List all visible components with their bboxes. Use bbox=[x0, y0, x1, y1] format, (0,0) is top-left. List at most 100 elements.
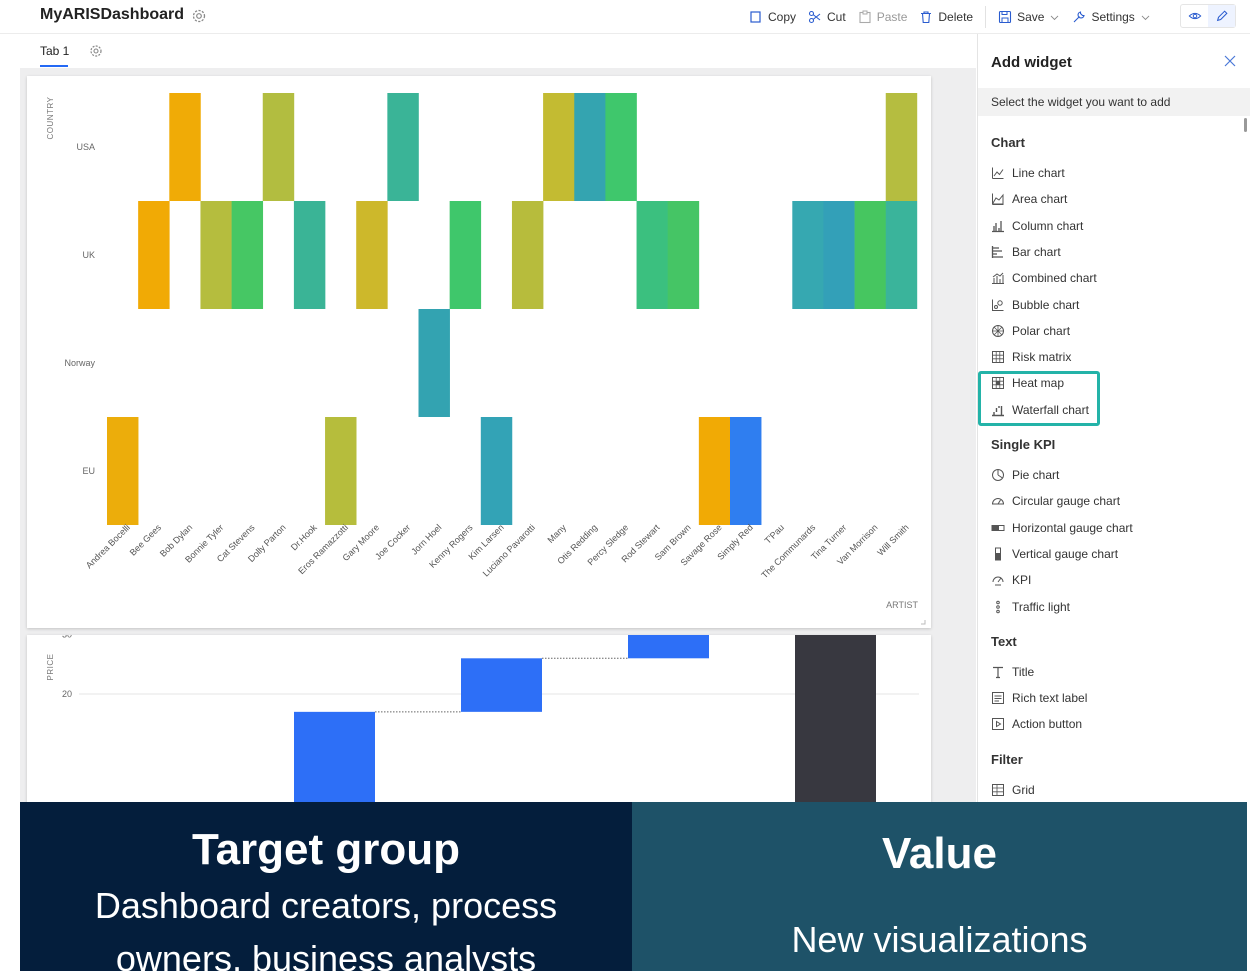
heatmap-cell[interactable] bbox=[698, 417, 731, 525]
heatmap-cell[interactable] bbox=[387, 93, 419, 201]
heatmap-cell[interactable] bbox=[636, 201, 668, 309]
widget-item-line-chart[interactable]: Line chart bbox=[991, 162, 1065, 184]
line-chart-icon bbox=[992, 167, 1004, 179]
widget-item-label: Horizontal gauge chart bbox=[1012, 520, 1133, 535]
heatmap-cell[interactable] bbox=[543, 93, 575, 201]
heatmap-cell[interactable] bbox=[293, 201, 326, 309]
paste-label: Paste bbox=[876, 10, 908, 24]
waterfall-widget[interactable]: 20 30 PRICE bbox=[27, 635, 931, 815]
widget-item-traffic-light[interactable]: Traffic light bbox=[991, 596, 1070, 618]
widget-item-bar-chart[interactable]: Bar chart bbox=[991, 241, 1061, 263]
area-chart-icon bbox=[992, 193, 1004, 206]
widget-item-title[interactable]: Title bbox=[991, 661, 1034, 683]
widget-item-label: Bar chart bbox=[1012, 244, 1061, 259]
waterfall-y-tick-label: 30 bbox=[62, 635, 72, 640]
pie-chart-icon bbox=[992, 469, 1004, 481]
widget-item-area-chart[interactable]: Area chart bbox=[991, 188, 1067, 210]
heatmap-cell[interactable] bbox=[231, 201, 264, 309]
horizontal-gauge-icon bbox=[991, 524, 1005, 531]
heatmap-cell[interactable] bbox=[138, 201, 170, 309]
view-mode-button[interactable] bbox=[1181, 5, 1208, 27]
paste-button[interactable]: Paste bbox=[858, 10, 908, 24]
widget-item-vertical-gauge-chart[interactable]: Vertical gauge chart bbox=[991, 543, 1118, 565]
heatmap-cell[interactable] bbox=[605, 93, 637, 201]
save-button[interactable]: Save bbox=[998, 10, 1060, 24]
widget-item-risk-matrix[interactable]: Risk matrix bbox=[991, 346, 1071, 368]
heatmap-cell[interactable] bbox=[107, 417, 139, 525]
heatmap-cell[interactable] bbox=[574, 93, 606, 201]
widget-item-label: Combined chart bbox=[1012, 271, 1097, 286]
heatmap-cell[interactable] bbox=[885, 93, 918, 201]
widget-item-label: Vertical gauge chart bbox=[1012, 546, 1119, 561]
pencil-icon bbox=[1216, 10, 1228, 22]
heatmap-cell[interactable] bbox=[200, 201, 232, 309]
heatmap-cell[interactable] bbox=[885, 201, 918, 309]
heat-map-widget[interactable]: USA UK Norway EU Andrea Bocelli Bee Gees Bob D… bbox=[27, 76, 931, 628]
delete-button[interactable]: Delete bbox=[919, 10, 973, 24]
wrench-icon bbox=[1074, 11, 1086, 23]
widget-item-action-button[interactable]: Action button bbox=[991, 713, 1082, 735]
widget-item-label: Rich text label bbox=[1012, 691, 1088, 706]
widget-item-polar-chart[interactable]: Polar chart bbox=[991, 320, 1070, 342]
target-group-banner: Target group Dashboard creators, process… bbox=[20, 802, 632, 971]
tab-1[interactable]: Tab 1 bbox=[40, 44, 69, 58]
cut-button[interactable]: Cut bbox=[808, 10, 846, 24]
settings-button[interactable]: Settings bbox=[1072, 10, 1150, 24]
widget-item-pie-chart[interactable]: Pie chart bbox=[991, 464, 1059, 486]
heatmap-cell[interactable] bbox=[356, 201, 388, 309]
active-tab-indicator bbox=[40, 65, 68, 67]
bar-chart-icon bbox=[991, 245, 1003, 258]
heatmap-cell[interactable] bbox=[449, 201, 482, 309]
widget-item-bubble-chart[interactable]: Bubble chart bbox=[991, 294, 1079, 316]
widget-item-label: Polar chart bbox=[1012, 323, 1071, 338]
top-bar: MyARISDashboard Copy Cut Paste Delete Sa… bbox=[0, 0, 1250, 34]
waterfall-total-bar[interactable] bbox=[795, 635, 876, 813]
widget-item-label: KPI bbox=[1012, 573, 1032, 588]
widget-item-grid[interactable]: Grid bbox=[991, 779, 1035, 801]
widget-item-kpi[interactable]: KPI bbox=[991, 569, 1031, 591]
heatmap-cell[interactable] bbox=[262, 93, 295, 201]
panel-title: Add widget bbox=[991, 54, 1072, 71]
heatmap-cell[interactable] bbox=[667, 201, 700, 309]
close-icon[interactable] bbox=[1223, 54, 1237, 68]
widget-item-label: Grid bbox=[1012, 782, 1035, 797]
widget-item-combined-chart[interactable]: Combined chart bbox=[991, 267, 1097, 289]
waterfall-bar[interactable] bbox=[294, 711, 375, 813]
scrollbar[interactable] bbox=[1244, 118, 1247, 132]
widget-item-label: Bubble chart bbox=[1012, 297, 1080, 312]
toolbar-divider bbox=[985, 6, 987, 28]
heatmap-cell[interactable] bbox=[730, 417, 762, 525]
heatmap-cell[interactable] bbox=[325, 417, 357, 525]
widget-item-label: Title bbox=[1012, 664, 1035, 679]
section-header-chart: Chart bbox=[991, 135, 1025, 150]
gear-icon[interactable] bbox=[88, 43, 104, 59]
banner-heading: Target group bbox=[191, 825, 461, 874]
vertical-gauge-icon bbox=[995, 547, 1001, 561]
save-icon bbox=[999, 10, 1012, 24]
widget-item-column-chart[interactable]: Column chart bbox=[991, 215, 1083, 237]
view-edit-toggle bbox=[1180, 4, 1236, 28]
heatmap-cell[interactable] bbox=[511, 201, 544, 309]
dashboard-canvas: USA UK Norway EU Andrea Bocelli Bee Gees Bob D… bbox=[20, 68, 991, 815]
widget-item-horizontal-gauge-chart[interactable]: Horizontal gauge chart bbox=[991, 517, 1133, 539]
heatmap-cell[interactable] bbox=[418, 309, 450, 417]
heatmap-cell[interactable] bbox=[169, 93, 201, 201]
edit-mode-button[interactable] bbox=[1208, 5, 1235, 27]
gear-icon[interactable] bbox=[190, 7, 208, 25]
heatmap-cell[interactable] bbox=[854, 201, 887, 309]
heatmap-row-label: USA bbox=[76, 142, 95, 152]
resize-handle-icon[interactable] bbox=[921, 620, 926, 625]
heatmap-cell[interactable] bbox=[792, 201, 824, 309]
kpi-icon bbox=[992, 576, 1004, 586]
waterfall-bar[interactable] bbox=[628, 635, 709, 659]
copy-button[interactable]: Copy bbox=[749, 10, 796, 24]
heatmap-cell[interactable] bbox=[480, 417, 513, 525]
widget-item-circular-gauge-chart[interactable]: Circular gauge chart bbox=[991, 490, 1120, 512]
heatmap-cell[interactable] bbox=[823, 201, 855, 309]
widget-item-rich-text-label[interactable]: Rich text label bbox=[991, 687, 1087, 709]
heatmap-x-tick-label: T'Pau bbox=[763, 522, 787, 546]
banner-text-line: Dashboard creators, process bbox=[94, 885, 558, 926]
widget-item-label: Column chart bbox=[1012, 218, 1084, 233]
scissors-icon bbox=[808, 10, 821, 24]
waterfall-bar[interactable] bbox=[461, 658, 542, 712]
